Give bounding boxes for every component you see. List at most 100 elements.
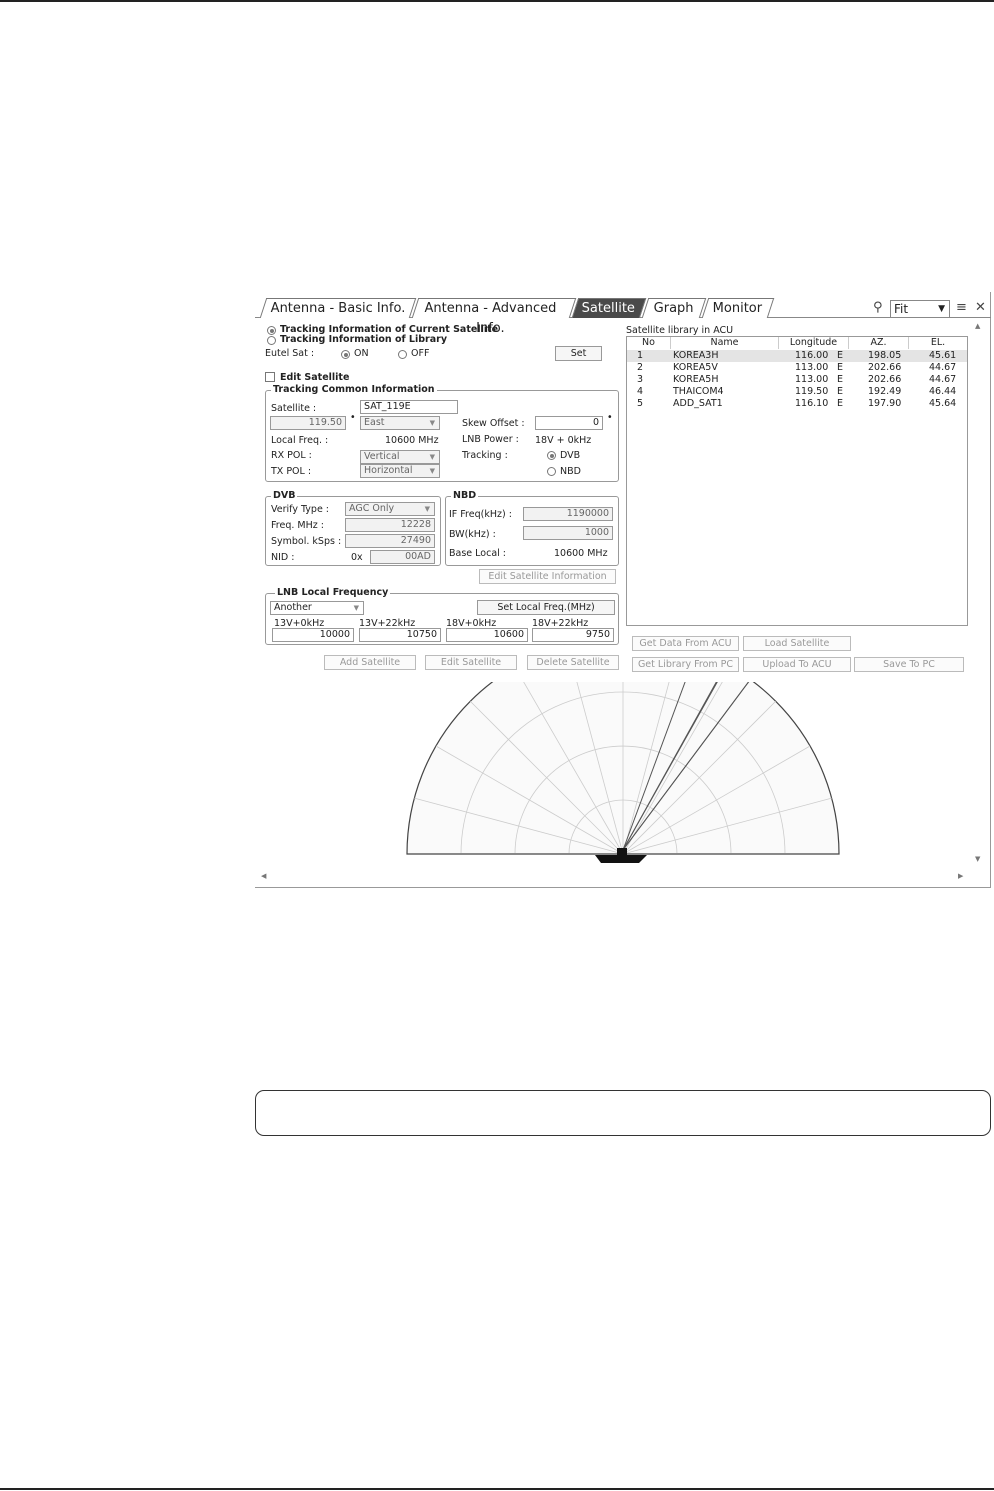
satellite-label: Satellite : [271,403,317,414]
direction-select[interactable]: East ▼ [360,416,440,430]
pin-icon[interactable]: ⚲ [873,300,883,315]
scroll-down-icon[interactable]: ▼ [975,855,980,863]
library-row[interactable]: 4 THAICOM4 119.50 E 192.49 46.44 [627,386,967,398]
scroll-right-icon[interactable]: ▶ [958,872,963,880]
bw-label: BW(kHz) : [449,529,496,540]
scroll-left-icon[interactable]: ◀ [261,872,266,880]
symbol-rate-field[interactable]: 27490 [345,534,435,548]
tracking-label: Tracking : [462,450,508,461]
upload-to-acu-button[interactable]: Upload To ACU [743,657,851,672]
verify-type-select[interactable]: AGC Only ▼ [345,502,435,516]
acu-satellite-window: Antenna - Basic Info. Antenna - Advanced… [255,292,991,888]
tracking-nbd-label: NBD [560,466,581,477]
eutel-off-radio[interactable] [398,350,407,359]
library-row[interactable]: 2 KOREA5V 113.00 E 202.66 44.67 [627,362,967,374]
tab-satellite[interactable]: Satellite [571,298,647,318]
tx-pol-select[interactable]: Horizontal ▼ [360,464,440,478]
lnb-preset-select[interactable]: Another ▼ [270,601,364,615]
lnb-value-13v-0k[interactable]: 10000 [272,628,354,642]
lnb-power-value: 18V + 0kHz [535,435,592,446]
dvb-freq-field[interactable]: 12228 [345,518,435,532]
satellite-longitude-field[interactable]: 119.50 [270,416,346,430]
tab-graph[interactable]: Graph [641,298,707,318]
skew-offset-label: Skew Offset : [462,418,525,429]
nbd-title: NBD [451,490,479,501]
chevron-down-icon: ▼ [938,304,945,314]
note-box [255,1090,991,1136]
satellite-name-field[interactable]: SAT_119E [360,400,458,414]
local-freq-value: 10600 MHz [385,435,439,446]
nid-label: NID : [271,552,295,563]
skew-offset-field[interactable]: 0 [535,416,603,430]
col-header-longitude[interactable]: Longitude [779,337,849,349]
antenna-radome-icon [617,848,627,856]
satellite-sky-plot: THAICOM4ADD_SAT1KOREA3HKOREA5HKOREA5V [406,682,840,863]
save-to-pc-button[interactable]: Save To PC [854,657,964,672]
edit-satellite-information-button[interactable]: Edit Satellite Information [479,569,616,584]
tx-pol-label: TX POL : [271,466,312,477]
zoom-fit-select[interactable]: Fit ▼ [890,300,950,318]
satellite-library-table[interactable]: No Name Longitude AZ. EL. 1 KOREA3H 116.… [626,336,968,626]
radio-current-satellite[interactable] [267,326,276,335]
dvb-title: DVB [271,490,298,501]
library-title: Satellite library in ACU [626,325,734,336]
col-header-no[interactable]: No [627,337,671,349]
lnb-value-18v-22k[interactable]: 9750 [532,628,614,642]
library-header: No Name Longitude AZ. EL. [627,337,967,349]
eutel-set-button[interactable]: Set [555,346,602,361]
edit-satellite-label: Edit Satellite [280,372,350,383]
symbol-rate-label: Symbol. kSps : [271,536,342,547]
tracking-common-title: Tracking Common Information [271,384,437,395]
col-header-name[interactable]: Name [671,337,779,349]
lnb-value-13v-22k[interactable]: 10750 [359,628,441,642]
tab-monitor[interactable]: Monitor [701,298,775,318]
set-local-freq-button[interactable]: Set Local Freq.(MHz) [477,600,615,615]
if-freq-label: IF Freq(kHz) : [449,509,512,520]
load-satellite-button[interactable]: Load Satellite [743,636,851,651]
chevron-down-icon: ▼ [429,453,435,461]
edit-satellite-button[interactable]: Edit Satellite [425,655,517,670]
verify-type-label: Verify Type : [271,504,330,515]
tracking-dvb-radio[interactable] [547,451,556,460]
ship-icon [595,855,647,863]
rx-pol-select[interactable]: Vertical ▼ [360,450,440,464]
nid-prefix: 0x [351,552,363,563]
scroll-up-icon[interactable]: ▲ [975,322,980,330]
get-library-from-pc-button[interactable]: Get Library From PC [632,657,739,672]
library-row[interactable]: 5 ADD_SAT1 116.10 E 197.90 45.64 [627,398,967,410]
library-mode-label: Tracking Information of Library [280,334,448,345]
bw-field[interactable]: 1000 [523,526,613,540]
page-top-rule [0,0,994,2]
lnb-title: LNB Local Frequency [275,587,391,598]
tracking-nbd-radio[interactable] [547,467,556,476]
col-header-el[interactable]: EL. [909,337,967,349]
eutel-on-label: ON [354,348,369,359]
add-satellite-button[interactable]: Add Satellite [324,655,416,670]
delete-satellite-button[interactable]: Delete Satellite [527,655,619,670]
menu-icon[interactable]: ≡ [956,300,967,315]
degree-mark: • [350,412,356,423]
get-data-from-acu-button[interactable]: Get Data From ACU [632,636,739,651]
eutel-off-label: OFF [411,348,430,359]
tab-bar: Antenna - Basic Info. Antenna - Advanced… [255,292,991,336]
lnb-value-18v-0k[interactable]: 10600 [446,628,528,642]
edit-satellite-checkbox[interactable] [265,372,275,382]
tab-antenna-advanced[interactable]: Antenna - Advanced Info. [411,298,577,336]
tab-antenna-basic[interactable]: Antenna - Basic Info. [259,298,417,318]
col-header-az[interactable]: AZ. [849,337,909,349]
if-freq-field[interactable]: 1190000 [523,507,613,521]
page-bottom-rule [0,1488,994,1490]
library-row[interactable]: 1 KOREA3H 116.00 E 198.05 45.61 [627,350,967,362]
rx-pol-label: RX POL : [271,450,312,461]
chevron-down-icon: ▼ [429,419,435,427]
library-row[interactable]: 3 KOREA5H 113.00 E 202.66 44.67 [627,374,967,386]
chevron-down-icon: ▼ [424,505,430,513]
dvb-freq-label: Freq. MHz : [271,520,324,531]
close-icon[interactable]: ✕ [975,300,986,315]
base-local-value: 10600 MHz [554,548,608,559]
lnb-power-label: LNB Power : [462,434,519,445]
eutel-on-radio[interactable] [341,350,350,359]
radio-library[interactable] [267,336,276,345]
nid-field[interactable]: 00AD [370,550,435,564]
chevron-down-icon: ▼ [429,467,435,475]
